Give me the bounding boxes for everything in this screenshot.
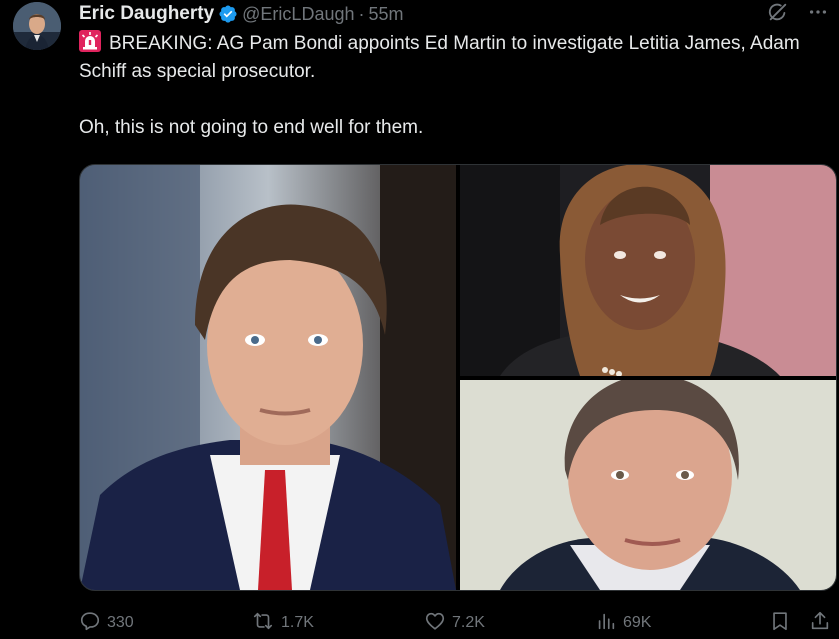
grok-icon[interactable] bbox=[767, 1, 789, 28]
repost-icon bbox=[251, 610, 275, 637]
repost-count: 1.7K bbox=[281, 614, 314, 631]
more-icon[interactable] bbox=[807, 1, 829, 28]
avatar-image bbox=[13, 2, 61, 50]
avatar[interactable] bbox=[13, 2, 61, 50]
tweet-time[interactable]: 55m bbox=[368, 4, 403, 25]
author-handle[interactable]: @EricLDaugh bbox=[242, 4, 354, 25]
tweet-header: Eric Daugherty @EricLDaugh · 55m bbox=[79, 0, 829, 28]
man-closeup-photo[interactable] bbox=[460, 380, 836, 590]
views-count: 69K bbox=[623, 614, 652, 631]
tweet-line-1-text: BREAKING: AG Pam Bondi appoints Ed Marti… bbox=[79, 33, 800, 82]
reply-icon bbox=[79, 610, 101, 637]
siren-icon bbox=[79, 30, 101, 52]
media-grid[interactable] bbox=[79, 164, 837, 591]
tweet-line-1: BREAKING: AG Pam Bondi appoints Ed Marti… bbox=[79, 30, 819, 86]
action-bar: 330 1.7K 7.2K 69K bbox=[79, 608, 835, 638]
author-name[interactable]: Eric Daugherty bbox=[79, 3, 214, 25]
man-in-suit-photo[interactable] bbox=[80, 165, 456, 590]
tweet-line-2: Oh, this is not going to end well for th… bbox=[79, 117, 424, 138]
reply-button[interactable]: 330 bbox=[79, 608, 134, 638]
share-icon bbox=[809, 610, 831, 637]
header-actions bbox=[767, 0, 829, 28]
share-button[interactable] bbox=[809, 608, 831, 638]
separator-dot: · bbox=[358, 3, 365, 24]
like-icon bbox=[424, 610, 446, 637]
like-count: 7.2K bbox=[452, 614, 485, 631]
reply-count: 330 bbox=[107, 614, 134, 631]
repost-button[interactable]: 1.7K bbox=[251, 608, 314, 638]
woman-portrait-photo[interactable] bbox=[460, 165, 836, 376]
bookmark-button[interactable] bbox=[769, 608, 791, 638]
tweet-text: BREAKING: AG Pam Bondi appoints Ed Marti… bbox=[79, 30, 819, 142]
views-icon bbox=[595, 610, 617, 637]
like-button[interactable]: 7.2K bbox=[424, 608, 485, 638]
verified-badge-icon bbox=[218, 4, 238, 24]
bookmark-icon bbox=[769, 610, 791, 637]
views-button[interactable]: 69K bbox=[595, 608, 651, 638]
